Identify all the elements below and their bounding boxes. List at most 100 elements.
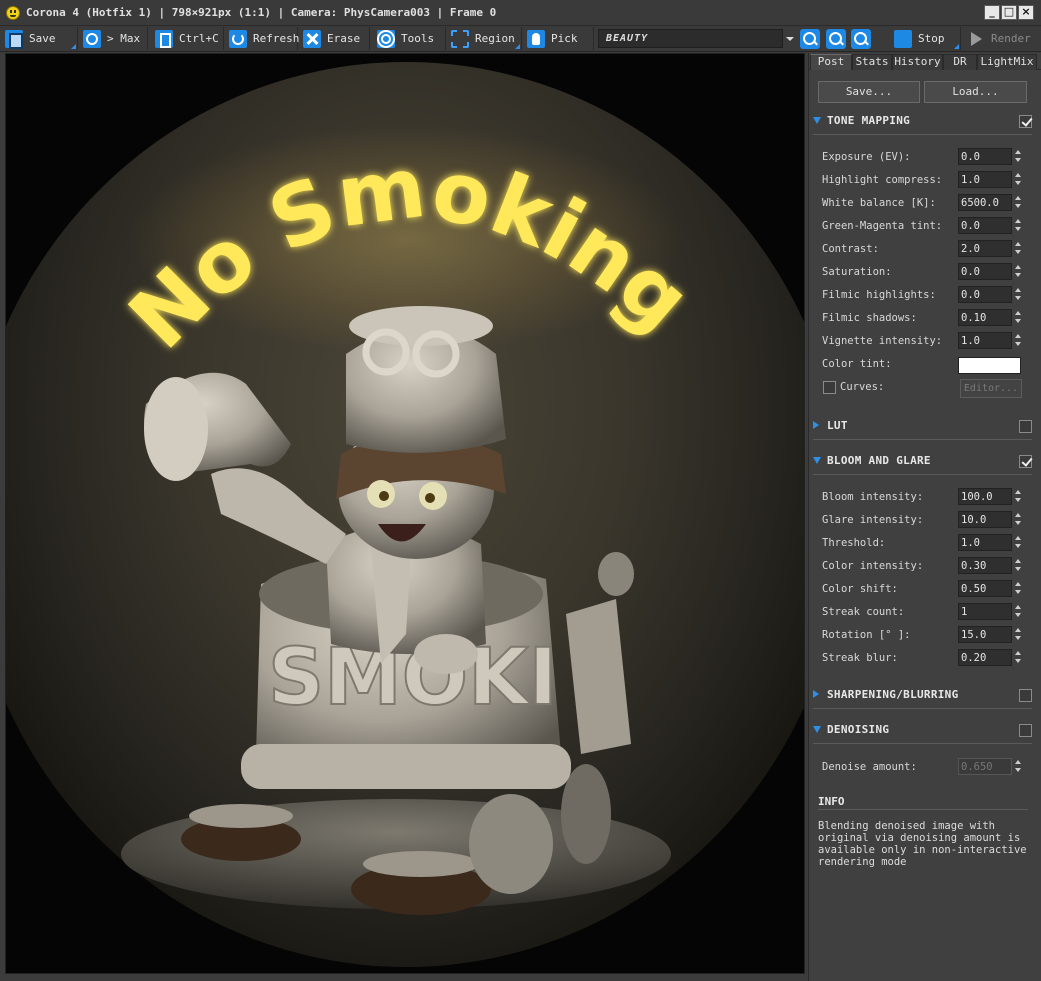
- highlight-compress-input[interactable]: 1.0: [958, 171, 1012, 188]
- save-label: Save: [29, 32, 56, 45]
- param-label: Highlight compress:: [822, 174, 943, 186]
- copy-button[interactable]: Ctrl+C: [152, 27, 224, 50]
- spinner-icon[interactable]: [1014, 511, 1023, 528]
- vignette-intensity-input[interactable]: 1.0: [958, 332, 1012, 349]
- denoise-amount-input[interactable]: 0.650: [958, 758, 1012, 775]
- sharpening-checkbox[interactable]: [1019, 689, 1032, 702]
- color-intensity-input[interactable]: 0.30: [958, 557, 1012, 574]
- param-label: White balance [K]:: [822, 197, 936, 209]
- corona-logo-icon: [6, 6, 20, 20]
- param-row: Highlight compress: 1.0: [822, 171, 1028, 188]
- spinner-icon[interactable]: [1014, 332, 1023, 349]
- spinner-icon[interactable]: [1014, 488, 1023, 505]
- param-row: Contrast: 2.0: [822, 240, 1028, 257]
- lut-header[interactable]: LUT: [813, 418, 1032, 440]
- filmic-highlights-input[interactable]: 0.0: [958, 286, 1012, 303]
- cross-icon: [303, 29, 321, 48]
- white-balance-input[interactable]: 6500.0: [958, 194, 1012, 211]
- color-shift-input[interactable]: 0.50: [958, 580, 1012, 597]
- pick-button[interactable]: Pick: [524, 27, 594, 50]
- tools-button[interactable]: Tools: [374, 27, 446, 50]
- save-button[interactable]: Save: [2, 27, 78, 50]
- erase-button[interactable]: Erase: [300, 27, 370, 50]
- tab-dr[interactable]: DR: [943, 54, 977, 70]
- load-preset-button[interactable]: Load...: [924, 81, 1027, 103]
- maximize-button[interactable]: □: [1001, 5, 1017, 20]
- dropdown-corner-icon: [71, 44, 76, 49]
- param-label: Exposure (EV):: [822, 151, 911, 163]
- save-preset-button[interactable]: Save...: [818, 81, 920, 103]
- streak-count-input[interactable]: 1: [958, 603, 1012, 620]
- rotation-input[interactable]: 15.0: [958, 626, 1012, 643]
- refresh-label: Refresh: [253, 32, 300, 45]
- max-button[interactable]: > Max: [80, 27, 148, 50]
- contrast-input[interactable]: 2.0: [958, 240, 1012, 257]
- spinner-icon[interactable]: [1014, 194, 1023, 211]
- spinner-icon[interactable]: [1014, 626, 1023, 643]
- zoom-out-icon[interactable]: [826, 29, 846, 49]
- zoom-fit-icon[interactable]: [851, 29, 871, 49]
- spinner-icon[interactable]: [1014, 309, 1023, 326]
- minimize-button[interactable]: _: [984, 5, 1000, 20]
- dropdown-corner-icon: [515, 44, 520, 49]
- bloom-intensity-input[interactable]: 100.0: [958, 488, 1012, 505]
- refresh-button[interactable]: Refresh: [226, 27, 300, 50]
- param-label: Green-Magenta tint:: [822, 220, 943, 232]
- glare-intensity-input[interactable]: 10.0: [958, 511, 1012, 528]
- spinner-icon[interactable]: [1014, 649, 1023, 666]
- close-button[interactable]: ×: [1018, 5, 1034, 20]
- exposure-input[interactable]: 0.0: [958, 148, 1012, 165]
- render-pass-select[interactable]: BEAUTY: [598, 29, 796, 48]
- sharpening-header[interactable]: SHARPENING/BLURRING: [813, 687, 1032, 709]
- param-label: Color intensity:: [822, 560, 924, 572]
- bloom-glare-title: BLOOM AND GLARE: [827, 454, 931, 467]
- lut-checkbox[interactable]: [1019, 420, 1032, 433]
- spinner-icon[interactable]: [1014, 171, 1023, 188]
- curves-editor-button[interactable]: Editor...: [960, 379, 1022, 398]
- spinner-icon[interactable]: [1014, 286, 1023, 303]
- param-row: Denoise amount: 0.650: [822, 758, 1028, 775]
- no-smoking-sign: No Smoking: [111, 138, 709, 368]
- render-button[interactable]: Render: [964, 27, 1041, 50]
- denoising-header[interactable]: DENOISING: [813, 722, 1032, 744]
- param-row: Bloom intensity: 100.0: [822, 488, 1028, 505]
- max-label: > Max: [107, 32, 141, 45]
- threshold-input[interactable]: 1.0: [958, 534, 1012, 551]
- spinner-icon[interactable]: [1014, 263, 1023, 280]
- spinner-icon[interactable]: [1014, 240, 1023, 257]
- tab-post[interactable]: Post: [810, 54, 852, 70]
- saturation-input[interactable]: 0.0: [958, 263, 1012, 280]
- stop-button[interactable]: Stop: [891, 27, 961, 50]
- bloom-glare-checkbox[interactable]: [1019, 455, 1032, 468]
- spinner-icon[interactable]: [1014, 557, 1023, 574]
- spinner-icon[interactable]: [1014, 148, 1023, 165]
- spinner-icon[interactable]: [1014, 603, 1023, 620]
- spinner-icon[interactable]: [1014, 534, 1023, 551]
- curves-checkbox[interactable]: [823, 381, 836, 394]
- divider: [813, 439, 1032, 440]
- tone-mapping-header[interactable]: TONE MAPPING: [813, 113, 1032, 135]
- window-title: Corona 4 (Hotfix 1) | 798×921px (1:1) | …: [26, 6, 497, 19]
- bloom-glare-header[interactable]: BLOOM AND GLARE: [813, 453, 1032, 475]
- param-row: Exposure (EV): 0.0: [822, 148, 1028, 165]
- tone-mapping-title: TONE MAPPING: [827, 114, 911, 127]
- zoom-in-icon[interactable]: [800, 29, 820, 49]
- color-tint-swatch[interactable]: [958, 357, 1021, 374]
- toolbar: Save > Max Ctrl+C Refresh Erase Tools Re…: [0, 26, 1041, 52]
- render-viewport[interactable]: SMOKI No Smoking: [5, 53, 805, 974]
- denoising-checkbox[interactable]: [1019, 724, 1032, 737]
- chevron-down-icon[interactable]: [782, 29, 796, 48]
- filmic-shadows-input[interactable]: 0.10: [958, 309, 1012, 326]
- green-magenta-input[interactable]: 0.0: [958, 217, 1012, 234]
- tab-lightmix[interactable]: LightMix: [977, 54, 1037, 70]
- tone-mapping-checkbox[interactable]: [1019, 115, 1032, 128]
- streak-blur-input[interactable]: 0.20: [958, 649, 1012, 666]
- spinner-icon[interactable]: [1014, 758, 1023, 775]
- tab-stats[interactable]: Stats: [852, 54, 892, 70]
- sign-text-path: No Smoking: [111, 138, 709, 368]
- region-button[interactable]: Region: [448, 27, 522, 50]
- tab-history[interactable]: History: [892, 54, 943, 70]
- spinner-icon[interactable]: [1014, 217, 1023, 234]
- erase-label: Erase: [327, 32, 361, 45]
- spinner-icon[interactable]: [1014, 580, 1023, 597]
